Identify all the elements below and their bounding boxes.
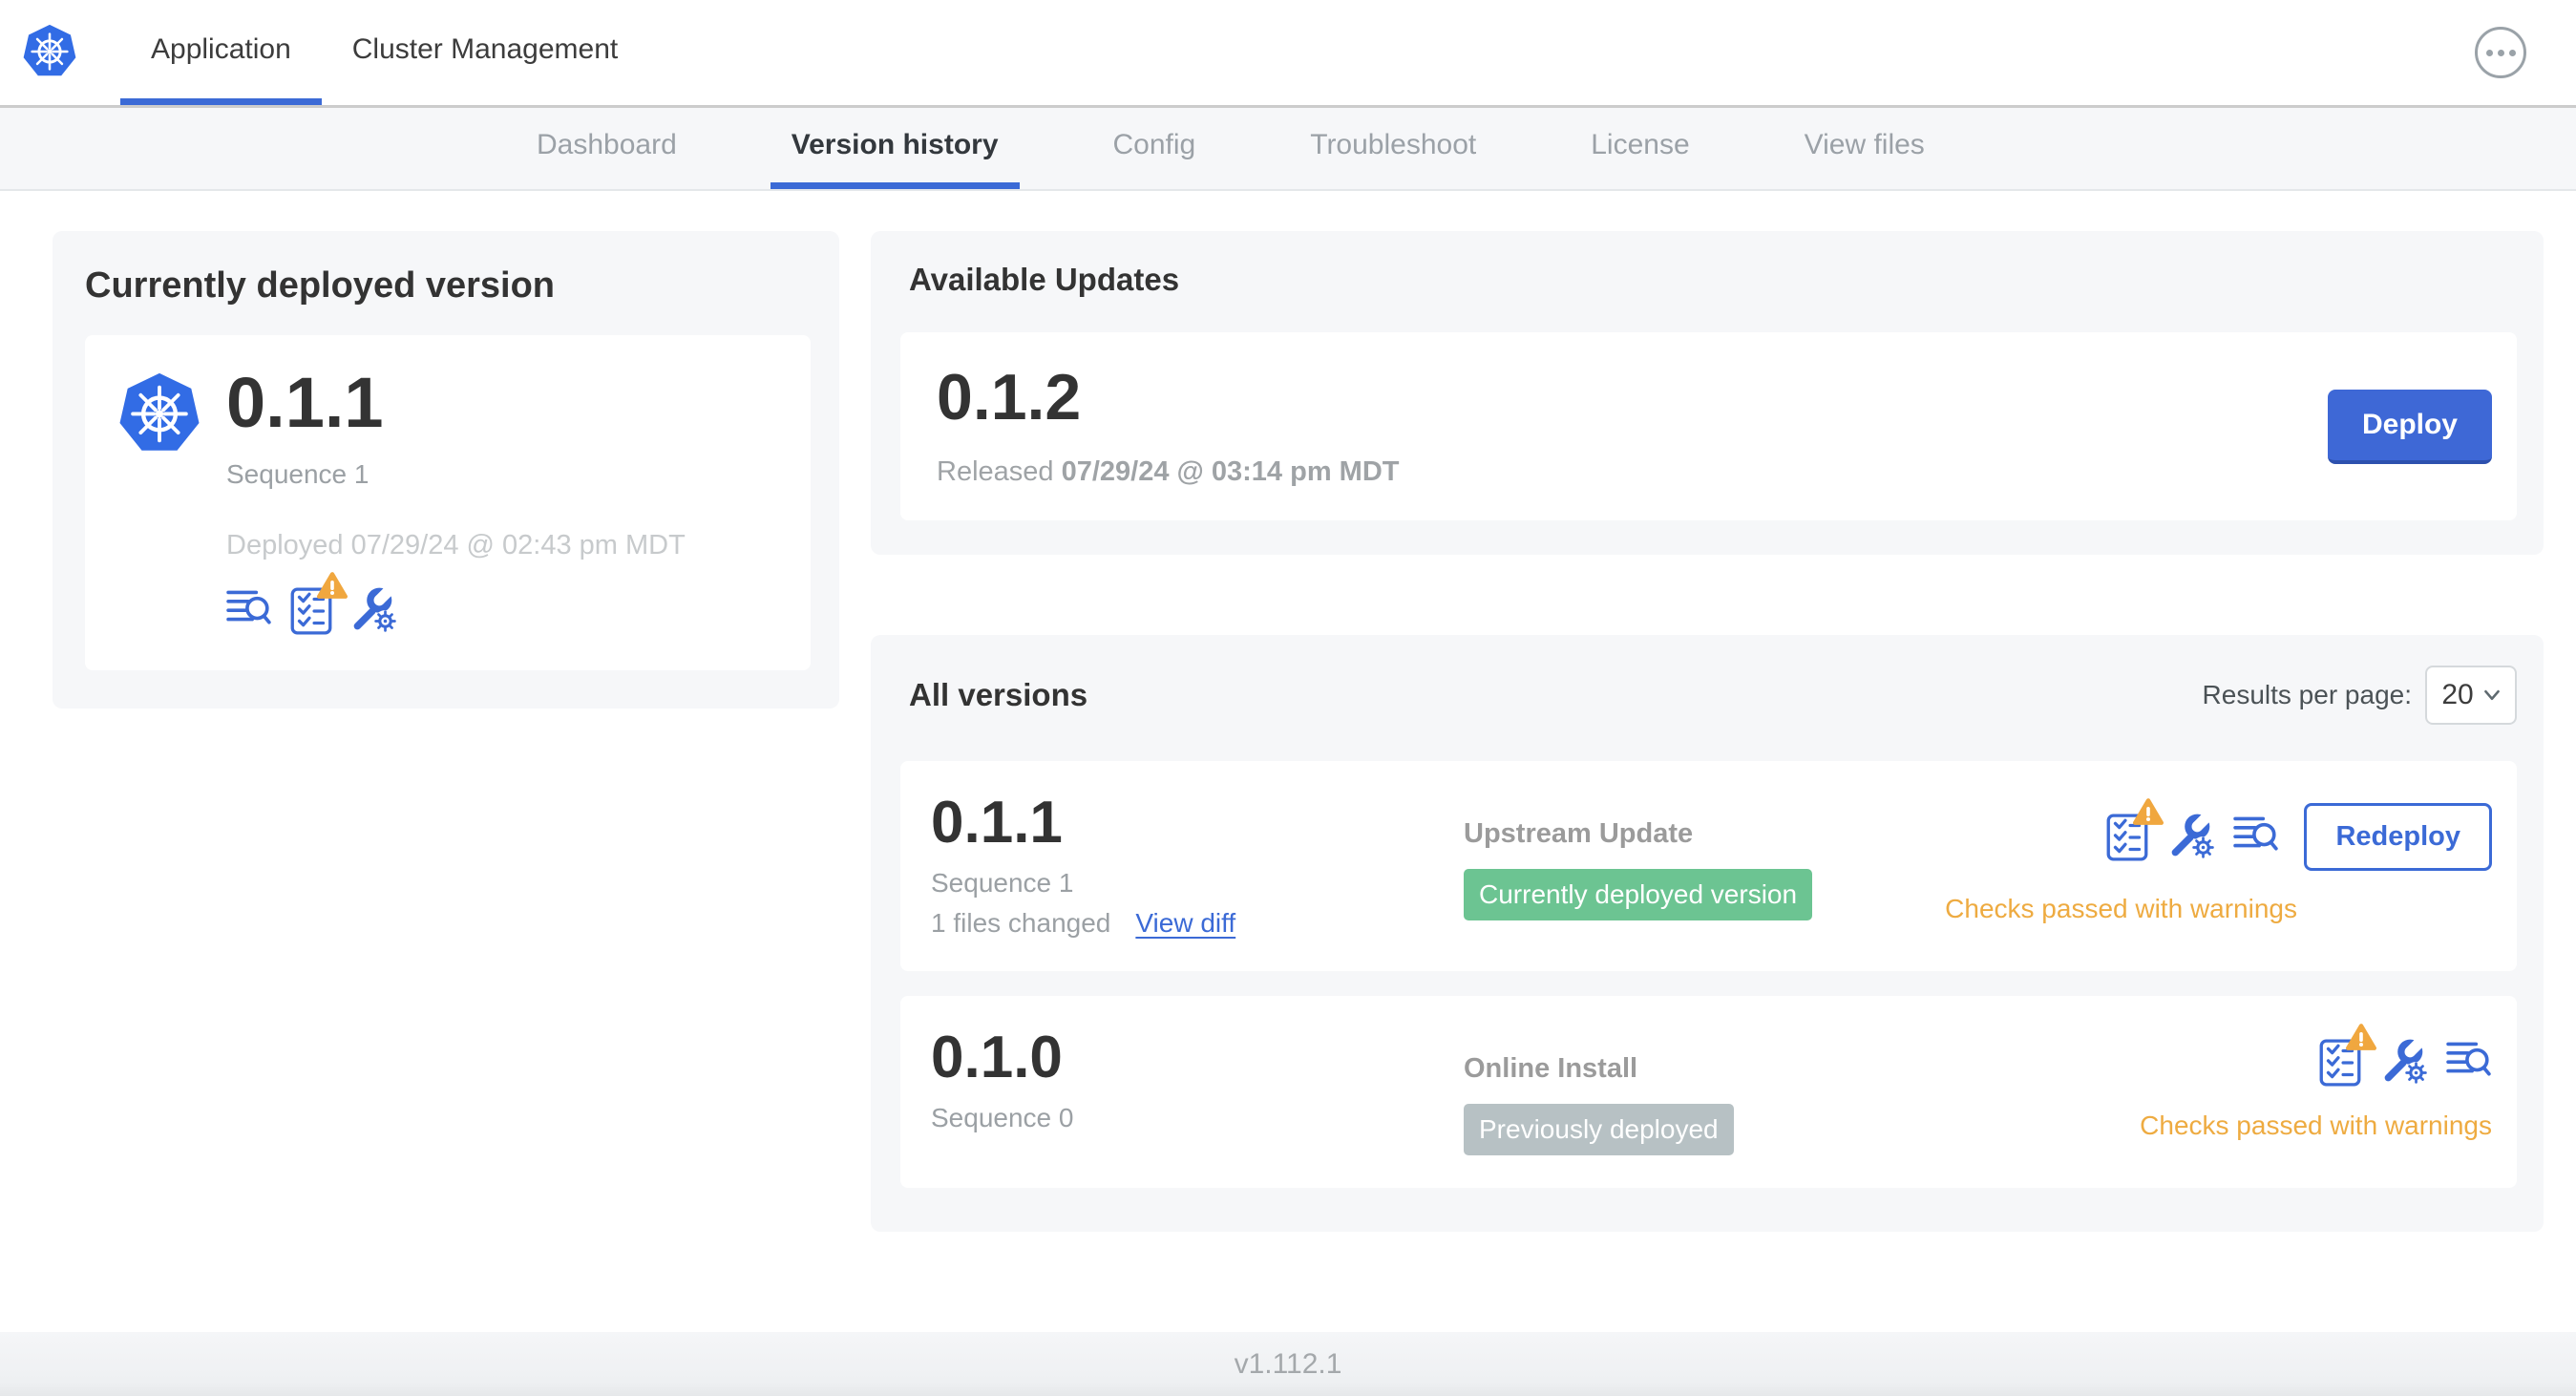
preflight-checks-warning-icon[interactable] <box>2105 797 2164 862</box>
results-per-page-select[interactable]: 20 <box>2425 666 2517 725</box>
subnav-dashboard[interactable]: Dashboard <box>516 108 698 189</box>
footer: v1.112.1 <box>0 1332 2576 1396</box>
update-row: 0.1.2 Released 07/29/24 @ 03:14 pm MDT D… <box>900 332 2517 520</box>
available-updates-card: Available Updates 0.1.2 Released 07/29/2… <box>871 231 2544 555</box>
tab-application[interactable]: Application <box>120 0 322 105</box>
config-icon[interactable] <box>2381 1038 2427 1084</box>
tab-cluster-management-label: Cluster Management <box>351 32 619 65</box>
ellipsis-icon <box>2485 49 2493 56</box>
logs-icon[interactable] <box>2446 1038 2492 1078</box>
version-info: 0.1.1 Sequence 1 1 files changed View di… <box>931 793 1464 939</box>
all-versions-header: All versions Results per page: 20 <box>909 666 2517 725</box>
redeploy-button[interactable]: Redeploy <box>2304 803 2492 871</box>
app-logo <box>0 0 77 105</box>
app-subnav: Dashboard Version history Config Trouble… <box>0 108 2576 191</box>
version-source: Online Install Previously deployed <box>1464 1028 2140 1155</box>
subnav-dashboard-label: Dashboard <box>537 129 677 160</box>
ellipsis-icon <box>2497 49 2504 56</box>
right-column: Available Updates 0.1.2 Released 07/29/2… <box>871 231 2544 1232</box>
subnav-view-files[interactable]: View files <box>1784 108 1946 189</box>
config-icon[interactable] <box>2168 812 2215 858</box>
version-actions: Redeploy Checks passed with warnings <box>1945 793 2492 939</box>
version-action-icons <box>2105 797 2279 862</box>
checks-status-text: Checks passed with warnings <box>2140 1110 2492 1140</box>
config-icon[interactable] <box>350 586 396 632</box>
subnav-license-label: License <box>1591 129 1690 160</box>
files-changed-label: 1 files changed <box>931 908 1111 938</box>
all-versions-title: All versions <box>909 677 1088 712</box>
topbar: Application Cluster Management <box>0 0 2576 108</box>
warning-triangle-icon <box>2133 797 2164 826</box>
source-label: Upstream Update <box>1464 818 1694 849</box>
row-version-number: 0.1.0 <box>931 1025 1063 1090</box>
available-updates-title: Available Updates <box>909 262 1180 297</box>
currently-deployed-title: Currently deployed version <box>85 265 556 306</box>
current-version-deployed-at: Deployed 07/29/24 @ 02:43 pm MDT <box>226 530 686 561</box>
kubernetes-logo-icon <box>22 21 77 85</box>
subnav-config[interactable]: Config <box>1092 108 1217 189</box>
warning-triangle-icon <box>2346 1023 2376 1051</box>
subnav-config-label: Config <box>1112 129 1196 160</box>
results-per-page-label: Results per page: <box>2202 680 2412 709</box>
tab-application-label: Application <box>151 32 291 65</box>
top-tabs: Application Cluster Management <box>120 0 648 105</box>
row-sequence: Sequence 0 <box>931 1103 1074 1132</box>
currently-deployed-card: Currently deployed version 0.1.1 Sequenc… <box>53 231 839 709</box>
deployed-status-badge: Previously deployed <box>1464 1104 1734 1155</box>
tab-cluster-management[interactable]: Cluster Management <box>322 0 648 105</box>
chevron-down-icon <box>2483 689 2500 701</box>
source-label: Online Install <box>1464 1053 1638 1084</box>
logs-icon[interactable] <box>2233 813 2279 853</box>
ellipsis-icon <box>2508 49 2516 56</box>
results-per-page: Results per page: 20 <box>2203 666 2517 725</box>
released-prefix: Released <box>937 456 1054 487</box>
preflight-checks-warning-icon[interactable] <box>289 572 348 636</box>
update-released-at: Released 07/29/24 @ 03:14 pm MDT <box>937 456 1399 488</box>
main-content: Currently deployed version 0.1.1 Sequenc… <box>0 191 2576 1332</box>
subnav-troubleshoot[interactable]: Troubleshoot <box>1289 108 1497 189</box>
version-info: 0.1.0 Sequence 0 <box>931 1028 1464 1155</box>
version-action-icons <box>2318 1024 2492 1088</box>
all-versions-card: All versions Results per page: 20 0.1.1 … <box>871 635 2544 1232</box>
console-version: v1.112.1 <box>1234 1347 1342 1380</box>
current-version-number: 0.1.1 <box>226 363 384 442</box>
more-menu-button[interactable] <box>2475 27 2526 78</box>
preflight-checks-warning-icon[interactable] <box>2318 1024 2376 1088</box>
row-sequence: Sequence 1 <box>931 868 1074 898</box>
released-date: 07/29/24 @ 03:14 pm MDT <box>1061 456 1400 487</box>
deployed-status-badge: Currently deployed version <box>1464 869 1813 920</box>
version-source: Upstream Update Currently deployed versi… <box>1464 793 1945 939</box>
current-version-actions <box>226 572 686 636</box>
subnav-view-files-label: View files <box>1804 129 1925 160</box>
subnav-license[interactable]: License <box>1570 108 1710 189</box>
subnav-version-history[interactable]: Version history <box>770 108 1020 189</box>
view-diff-link[interactable]: View diff <box>1135 908 1235 939</box>
version-row-0-1-1: 0.1.1 Sequence 1 1 files changed View di… <box>900 761 2517 971</box>
logs-icon[interactable] <box>226 586 272 626</box>
update-version-number: 0.1.2 <box>937 361 1082 434</box>
version-row-0-1-0: 0.1.0 Sequence 0 Online Install Previous… <box>900 996 2517 1188</box>
row-version-number: 0.1.1 <box>931 790 1063 856</box>
deploy-button[interactable]: Deploy <box>2327 389 2492 464</box>
kubernetes-app-icon <box>117 368 201 636</box>
subnav-version-history-label: Version history <box>791 129 999 160</box>
currently-deployed-inner: 0.1.1 Sequence 1 Deployed 07/29/24 @ 02:… <box>85 335 811 670</box>
warning-triangle-icon <box>317 571 348 600</box>
version-actions: Checks passed with warnings <box>2140 1024 2492 1155</box>
subnav-troubleshoot-label: Troubleshoot <box>1310 129 1477 160</box>
checks-status-text: Checks passed with warnings <box>1945 894 2297 923</box>
current-version-sequence: Sequence 1 <box>226 459 370 489</box>
results-per-page-value: 20 <box>2441 679 2474 710</box>
